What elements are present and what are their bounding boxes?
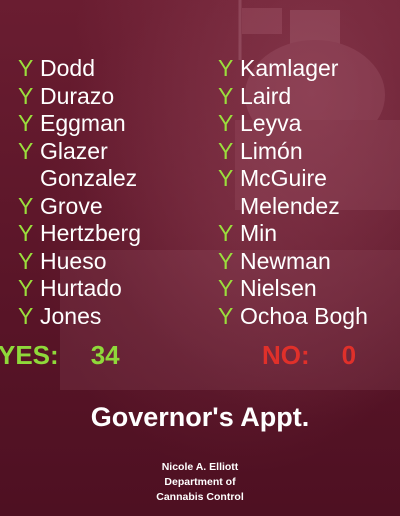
appointee-dept-line2: Cannabis Control xyxy=(156,491,244,503)
vote-mark: Y xyxy=(18,82,34,109)
vote-mark: Y xyxy=(218,137,234,164)
senator-name: Grove xyxy=(40,192,103,219)
roll-call-row: Y Limón xyxy=(218,138,368,166)
senator-name: Kamlager xyxy=(240,55,339,81)
senator-name: Jones xyxy=(40,302,102,329)
appointee-name: Nicole A. Elliott xyxy=(161,461,239,473)
no-tally: NO: 0 xyxy=(262,340,356,371)
roll-call-row: Y Dodd xyxy=(18,55,141,83)
roll-call-row: Y Eggman xyxy=(18,110,141,138)
senator-name: Leyva xyxy=(240,110,302,136)
vote-mark: Y xyxy=(18,220,34,246)
roll-call-row: Y Hurtado xyxy=(18,275,141,303)
roll-call-row: Y Leyva xyxy=(218,110,368,138)
vote-mark: Y xyxy=(218,55,234,81)
roll-call-row: Y McGuire xyxy=(218,165,368,193)
vote-mark: Y xyxy=(18,137,34,164)
senator-name: Durazo xyxy=(40,82,115,109)
roll-call-row: Y Ochoa Bogh xyxy=(218,303,368,331)
vote-mark: Y xyxy=(18,275,34,301)
vote-mark: Y xyxy=(218,82,234,109)
senator-name: Nielsen xyxy=(240,275,317,301)
left-roll-call-column: Y Dodd Y Durazo Y Eggman Y Glazer Gonzalez Y Grove… xyxy=(18,55,141,330)
vote-mark: Y xyxy=(18,192,34,219)
roll-call-row: Y Hueso xyxy=(18,248,141,276)
senator-name: Newman xyxy=(240,247,331,274)
yes-label: YES: xyxy=(0,340,59,370)
vote-mark: Y xyxy=(18,302,34,329)
roll-call-row: Y Nielsen xyxy=(218,275,368,303)
senator-name: McGuire xyxy=(240,165,327,191)
senator-name: Gonzalez xyxy=(40,165,138,191)
roll-call-row: Y Laird xyxy=(218,83,368,111)
vote-mark: Y xyxy=(218,220,234,246)
vote-mark: Y xyxy=(218,165,234,191)
senator-name: Melendez xyxy=(240,192,340,219)
senator-name: Glazer xyxy=(40,137,108,164)
yes-tally: YES: 34 xyxy=(0,340,120,371)
roll-call-row: Y Durazo xyxy=(18,83,141,111)
senator-name: Limón xyxy=(240,137,303,164)
senator-name: Dodd xyxy=(40,55,95,81)
roll-call-row: Y Kamlager xyxy=(218,55,368,83)
vote-mark: Y xyxy=(18,110,34,136)
senator-name: Ochoa Bogh xyxy=(240,302,368,329)
yes-count: 34 xyxy=(90,340,120,370)
senator-name: Hurtado xyxy=(40,275,122,301)
roll-call-row: Y Min xyxy=(218,220,368,248)
no-count: 0 xyxy=(341,340,357,370)
vote-mark: Y xyxy=(218,275,234,301)
roll-call-row: Y Glazer xyxy=(18,138,141,166)
right-roll-call-column: Y Kamlager Y Laird Y Leyva Y Limón Y McGuire Melen… xyxy=(218,55,368,330)
roll-call-row: Y Hertzberg xyxy=(18,220,141,248)
vote-mark: Y xyxy=(218,247,234,274)
senator-name: Hueso xyxy=(40,247,107,274)
page-title: Governor's Appt. xyxy=(90,402,310,432)
senator-name: Hertzberg xyxy=(40,220,141,246)
roll-call-row: Melendez xyxy=(218,193,368,221)
senator-name: Min xyxy=(240,220,278,246)
vote-mark: Y xyxy=(218,302,234,329)
senator-name: Eggman xyxy=(40,110,126,136)
appointee-info: Nicole A. Elliott Department of Cannabis… xyxy=(0,460,400,505)
roll-call-row: Gonzalez xyxy=(18,165,141,193)
vote-mark: Y xyxy=(18,247,34,274)
roll-call-row: Y Newman xyxy=(218,248,368,276)
roll-call-row: Y Jones xyxy=(18,303,141,331)
vote-mark: Y xyxy=(18,55,34,81)
no-label: NO: xyxy=(262,340,310,370)
senator-name: Laird xyxy=(240,82,292,109)
appointee-dept-line1: Department of xyxy=(164,476,236,488)
vote-mark: Y xyxy=(218,110,234,136)
roll-call-row: Y Grove xyxy=(18,193,141,221)
